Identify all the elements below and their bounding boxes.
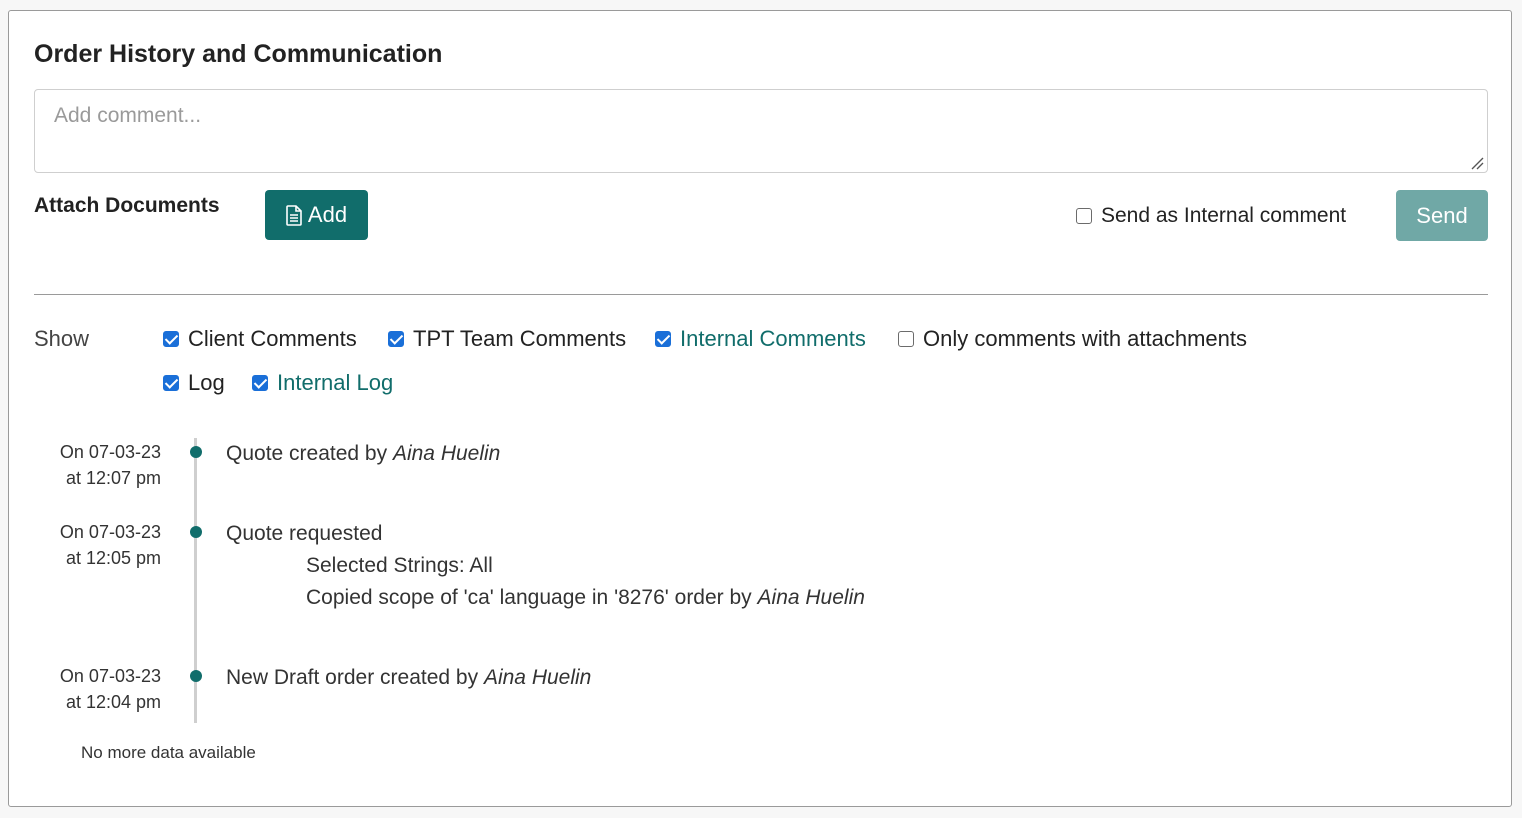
timeline-detail-text: Copied scope of 'ca' language in '8276' … [306, 586, 752, 609]
timeline-entry: Quote created by Aina Huelin [226, 442, 500, 466]
filter-client-comments-label: Client Comments [188, 326, 357, 351]
timeline-date-day: On 07-03-23 [59, 442, 161, 462]
timeline-date-day: On 07-03-23 [59, 522, 161, 542]
filter-attachments-only[interactable]: Only comments with attachments [898, 326, 1247, 352]
filter-tpt-team-comments[interactable]: TPT Team Comments [388, 326, 626, 352]
timeline-detail-author: Aina Huelin [757, 586, 865, 609]
filter-log-label: Log [188, 370, 225, 395]
timeline-date-time: at 12:07 pm [65, 468, 161, 488]
filter-client-comments-checkbox[interactable] [163, 331, 179, 347]
internal-comment-checkbox[interactable] [1076, 208, 1092, 224]
show-filters-label: Show [34, 326, 90, 351]
timeline-entry-text: Quote created by [226, 442, 388, 465]
timeline-entry-author: Aina Huelin [392, 442, 501, 465]
order-history-panel: Order History and Communication Attach D… [8, 10, 1512, 807]
section-divider [34, 294, 1488, 295]
filter-log-checkbox[interactable] [163, 375, 179, 391]
timeline-date: On 07-03-23 at 12:04 pm [31, 663, 161, 715]
document-icon [286, 204, 302, 226]
add-document-button[interactable]: Add [265, 190, 368, 240]
no-more-data-message: No more data available [81, 743, 256, 762]
comment-input[interactable] [34, 89, 1488, 173]
filter-internal-log[interactable]: Internal Log [252, 370, 393, 396]
timeline-entry-detail: Selected Strings: All [306, 554, 493, 578]
filter-internal-comments-checkbox[interactable] [655, 331, 671, 347]
timeline-entry-author: Aina Huelin [483, 666, 592, 689]
timeline-dot [190, 670, 202, 682]
resize-grip-icon[interactable] [1470, 156, 1484, 170]
timeline-entry-text: Quote requested [226, 522, 383, 545]
attach-documents-label: Attach Documents [34, 194, 220, 217]
timeline-dot [190, 446, 202, 458]
timeline-entry-detail: Copied scope of 'ca' language in '8276' … [306, 586, 865, 610]
send-button[interactable]: Send [1396, 190, 1488, 241]
filter-attachments-only-label: Only comments with attachments [923, 326, 1248, 351]
timeline-date-day: On 07-03-23 [59, 666, 161, 686]
add-document-label: Add [307, 202, 348, 227]
timeline-detail-text: Selected Strings: All [306, 554, 493, 577]
timeline-entry: Quote requested [226, 522, 382, 546]
filter-tpt-team-comments-checkbox[interactable] [388, 331, 404, 347]
timeline-entry: New Draft order created by Aina Huelin [226, 666, 591, 690]
filter-internal-comments[interactable]: Internal Comments [655, 326, 866, 352]
timeline-date-time: at 12:05 pm [65, 548, 161, 568]
timeline-date: On 07-03-23 at 12:07 pm [31, 439, 161, 491]
timeline-entry-text: New Draft order created by [226, 666, 479, 689]
filter-attachments-only-checkbox[interactable] [898, 331, 914, 347]
filter-client-comments[interactable]: Client Comments [163, 326, 357, 352]
filter-log[interactable]: Log [163, 370, 225, 396]
filter-internal-log-label: Internal Log [277, 370, 394, 395]
timeline-date: On 07-03-23 at 12:05 pm [31, 519, 161, 571]
filter-internal-log-checkbox[interactable] [252, 375, 268, 391]
internal-comment-toggle[interactable]: Send as Internal comment [1076, 204, 1346, 228]
filter-internal-comments-label: Internal Comments [680, 326, 866, 351]
internal-comment-label: Send as Internal comment [1101, 204, 1347, 227]
timeline-date-time: at 12:04 pm [65, 692, 161, 712]
panel-title: Order History and Communication [34, 40, 443, 68]
filter-tpt-team-comments-label: TPT Team Comments [413, 326, 627, 351]
timeline-dot [190, 526, 202, 538]
